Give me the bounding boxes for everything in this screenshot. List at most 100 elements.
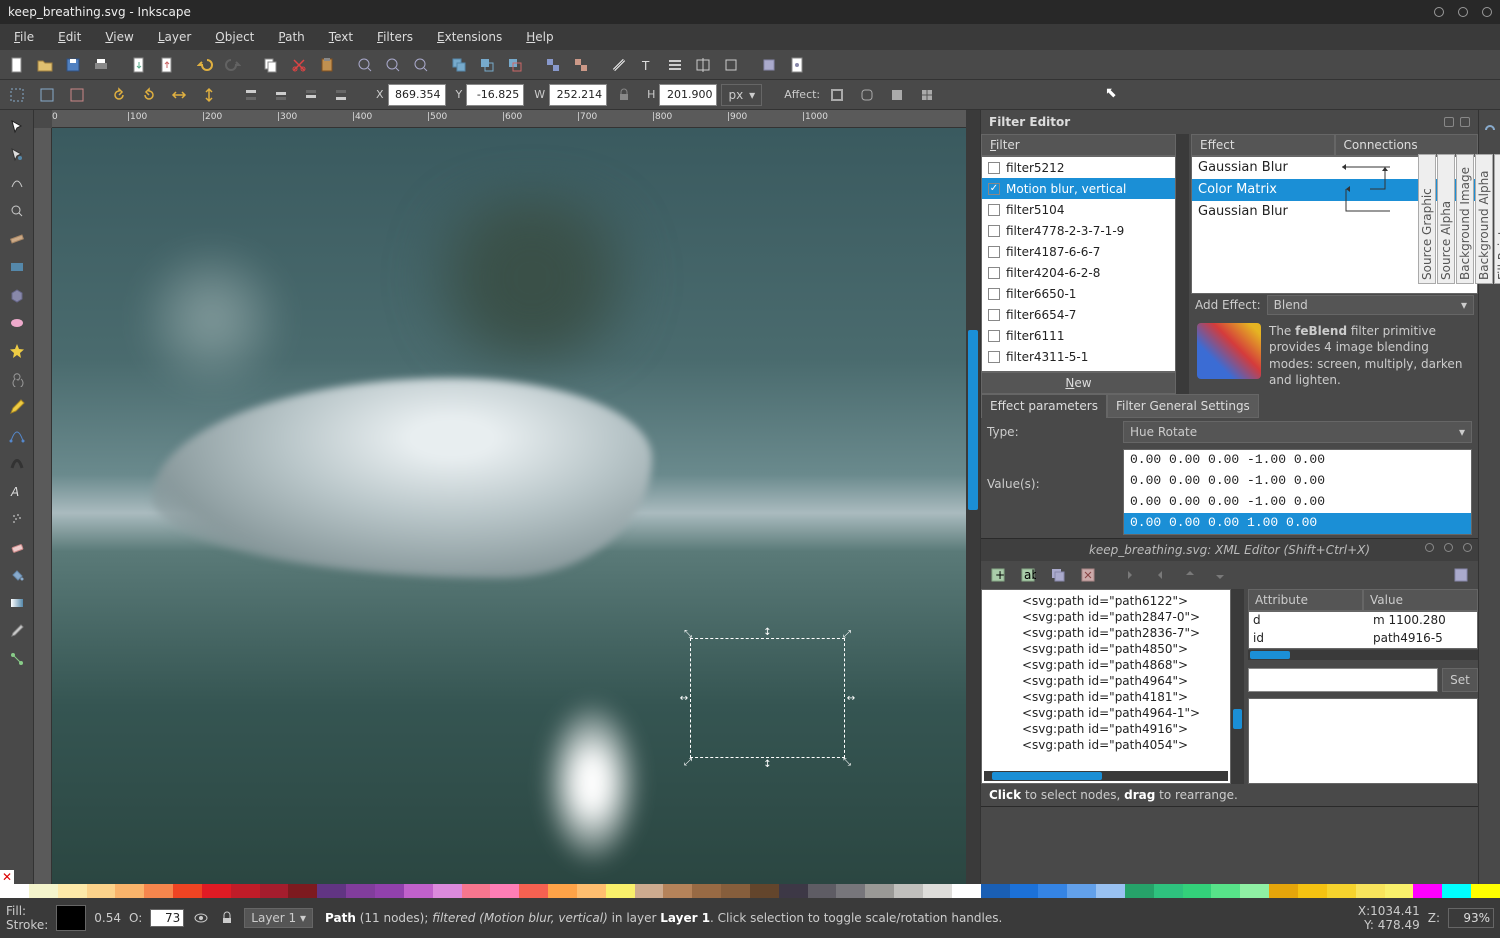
filter-checkbox[interactable] [988, 330, 1000, 342]
lower-icon[interactable] [298, 82, 324, 108]
zoom-tool-icon[interactable] [2, 198, 32, 224]
palette-swatch[interactable] [404, 884, 433, 898]
palette-swatch[interactable] [663, 884, 692, 898]
palette-swatch[interactable] [1240, 884, 1269, 898]
palette-swatch[interactable] [1067, 884, 1096, 898]
opacity-input[interactable] [150, 909, 184, 927]
menu-view[interactable]: View [95, 27, 143, 47]
ruler-horizontal[interactable]: 0|100|200|300|400|500|600|700|800|900|10… [52, 110, 966, 128]
filter-source[interactable]: Source Alpha [1437, 154, 1455, 284]
palette-swatch[interactable] [808, 884, 837, 898]
new-filter-button[interactable]: New [981, 372, 1176, 394]
menu-path[interactable]: Path [268, 27, 314, 47]
filter-source[interactable]: Source Graphic [1418, 154, 1436, 284]
filter-source[interactable]: Background Alpha [1475, 154, 1493, 284]
xml-tree-scrollbar-h[interactable] [984, 771, 1228, 781]
layer-visibility-icon[interactable] [192, 905, 210, 931]
raise-icon[interactable] [268, 82, 294, 108]
menu-object[interactable]: Object [205, 27, 264, 47]
palette-swatch[interactable] [375, 884, 404, 898]
palette-swatch[interactable] [202, 884, 231, 898]
palette-swatch[interactable] [1125, 884, 1154, 898]
xml-node[interactable]: <svg:path id="path4181"> [986, 690, 1226, 706]
palette-swatch[interactable] [1010, 884, 1039, 898]
filter-checkbox[interactable] [988, 309, 1000, 321]
deselect-icon[interactable] [64, 82, 90, 108]
xml-node[interactable]: <svg:path id="path4850"> [986, 642, 1226, 658]
xml-new-text-icon[interactable]: abc [1015, 562, 1041, 588]
xml-node[interactable]: <svg:path id="path2847-0"> [986, 610, 1226, 626]
layer-lock-icon[interactable] [218, 905, 236, 931]
select-all-layers-icon[interactable] [34, 82, 60, 108]
paste-icon[interactable] [314, 52, 340, 78]
palette-swatch[interactable] [144, 884, 173, 898]
redo-icon[interactable] [220, 52, 246, 78]
filter-checkbox[interactable] [988, 246, 1000, 258]
lower-bottom-icon[interactable] [328, 82, 354, 108]
palette-swatch[interactable] [490, 884, 519, 898]
attr-scrollbar-h[interactable] [1248, 650, 1478, 660]
xml-tree-scrollbar-v[interactable] [1231, 589, 1244, 784]
zoom-input[interactable] [1448, 908, 1494, 928]
duplicate-icon[interactable] [446, 52, 472, 78]
node-tool-icon[interactable] [2, 142, 32, 168]
xml-panel-maximize[interactable] [1444, 543, 1453, 552]
xml-node[interactable]: <svg:path id="path2836-7"> [986, 626, 1226, 642]
effect-primitive-list[interactable]: Gaussian BlurColor MatrixGaussian Blur S… [1191, 156, 1478, 294]
xml-delete-attr-icon[interactable] [1448, 562, 1474, 588]
palette-swatch[interactable] [115, 884, 144, 898]
attribute-list[interactable]: dm 1100.280idpath4916-5 [1248, 611, 1478, 649]
zoom-selection-icon[interactable] [352, 52, 378, 78]
palette-swatch[interactable] [58, 884, 87, 898]
palette-swatch[interactable] [779, 884, 808, 898]
palette-swatch[interactable] [462, 884, 491, 898]
xml-node[interactable]: <svg:path id="path4868"> [986, 658, 1226, 674]
palette-swatch[interactable] [173, 884, 202, 898]
ungroup-icon[interactable] [568, 52, 594, 78]
xml-indent-icon[interactable] [1147, 562, 1173, 588]
3dbox-tool-icon[interactable] [2, 282, 32, 308]
filter-list[interactable]: filter5212✓Motion blur, verticalfilter51… [981, 156, 1176, 372]
selection-handle-nw[interactable]: ⤡ [683, 629, 693, 639]
no-fill-swatch[interactable]: ✕ [0, 870, 14, 884]
color-palette[interactable] [0, 884, 1500, 898]
matrix-row[interactable]: 0.00 0.00 0.00 -1.00 0.00 [1124, 492, 1471, 513]
fill-stroke-swatch[interactable] [56, 905, 86, 931]
canvas-scrollbar-v[interactable] [966, 110, 980, 898]
tab-filter-general-settings[interactable]: Filter General Settings [1107, 394, 1259, 418]
snap-toggle-icon[interactable] [1482, 118, 1498, 137]
palette-swatch[interactable] [894, 884, 923, 898]
selection-handle-n[interactable]: ↕ [763, 627, 773, 637]
palette-swatch[interactable] [548, 884, 577, 898]
ruler-vertical[interactable] [34, 128, 52, 898]
preferences-icon[interactable] [756, 52, 782, 78]
print-icon[interactable] [88, 52, 114, 78]
palette-swatch[interactable] [288, 884, 317, 898]
unlink-clone-icon[interactable] [502, 52, 528, 78]
text-tool-icon[interactable]: A [2, 478, 32, 504]
xml-new-element-icon[interactable]: + [985, 562, 1011, 588]
lock-aspect-icon[interactable] [611, 82, 637, 108]
filter-row[interactable]: filter4187-6-6-7 [982, 241, 1175, 262]
palette-swatch[interactable] [1385, 884, 1414, 898]
selection-box[interactable]: ⤡ ↕ ⤢ ↔ ↔ ⤢ ↕ ⤡ [690, 638, 845, 758]
menu-layer[interactable]: Layer [148, 27, 201, 47]
palette-swatch[interactable] [981, 884, 1010, 898]
filter-row[interactable]: filter5212 [982, 157, 1175, 178]
rect-tool-icon[interactable] [2, 254, 32, 280]
w-input[interactable] [549, 84, 607, 106]
selection-handle-w[interactable]: ↔ [679, 693, 689, 703]
palette-swatch[interactable] [317, 884, 346, 898]
rotate-ccw-icon[interactable] [106, 82, 132, 108]
selection-handle-sw[interactable]: ⤢ [683, 757, 693, 767]
xml-node[interactable]: <svg:path id="path4916"> [986, 722, 1226, 738]
affect-gradient-icon[interactable] [884, 82, 910, 108]
zoom-drawing-icon[interactable] [380, 52, 406, 78]
filter-row[interactable]: filter6111 [982, 325, 1175, 346]
palette-swatch[interactable] [577, 884, 606, 898]
palette-swatch[interactable] [836, 884, 865, 898]
filter-row[interactable]: filter6650-1 [982, 283, 1175, 304]
filter-checkbox[interactable] [988, 267, 1000, 279]
menu-text[interactable]: Text [319, 27, 363, 47]
transform-dialog-icon[interactable] [718, 52, 744, 78]
